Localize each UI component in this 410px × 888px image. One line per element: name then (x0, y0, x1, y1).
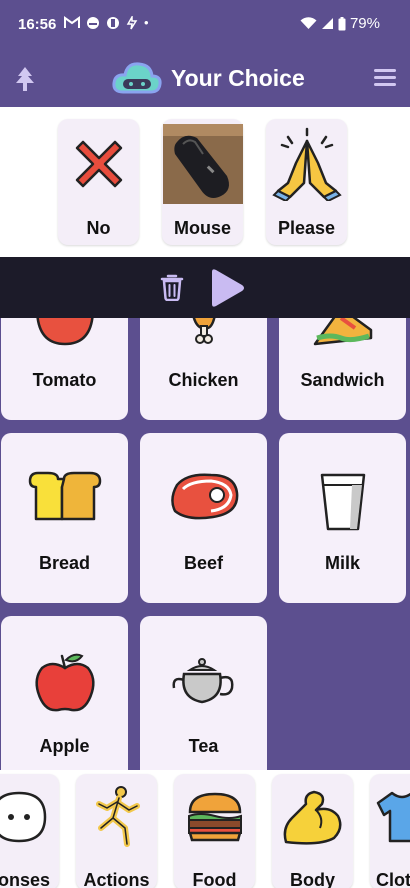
tile-label: Tomato (32, 370, 97, 390)
cross-icon (75, 140, 122, 188)
tile-label: Tea (188, 736, 219, 756)
trash-icon[interactable] (160, 273, 184, 306)
bread-icon (28, 471, 101, 521)
tomato-icon (35, 318, 94, 346)
gmail-icon (64, 16, 80, 28)
category-actions[interactable]: Actions (76, 774, 157, 888)
tile-tea[interactable]: Tea (140, 616, 267, 770)
teapot-icon (171, 658, 233, 704)
tile-beef[interactable]: Beef (140, 433, 267, 603)
tile-apple[interactable]: Apple (1, 616, 128, 770)
chicken-leg-icon (192, 318, 216, 344)
play-icon[interactable] (208, 268, 246, 313)
status-time: 16:56 (18, 16, 57, 33)
battery-icon (338, 16, 346, 30)
voice-icon (126, 15, 138, 29)
speech-bubble-icon (0, 791, 46, 843)
category-label: Actions (83, 870, 150, 888)
sentence-strip: No Mouse Please (0, 107, 410, 257)
shirt-icon (376, 791, 410, 843)
category-bar: ponses Actions Food (0, 770, 410, 888)
status-bar: 16:56 • 79% (0, 0, 410, 50)
category-label: Body (290, 870, 335, 888)
mouse-photo (162, 124, 243, 204)
tile-milk[interactable]: Milk (279, 433, 406, 603)
control-bar (0, 257, 410, 318)
hamburger-menu-icon[interactable] (374, 68, 396, 91)
tile-bread[interactable]: Bread (1, 433, 128, 603)
category-body[interactable]: Body (272, 774, 353, 888)
beef-icon (170, 473, 238, 520)
brand: Your Choice (111, 58, 305, 98)
app-bar: Your Choice (0, 50, 410, 107)
tile-sandwich[interactable]: Sandwich (279, 318, 406, 420)
tile-chicken[interactable]: Chicken (140, 318, 267, 420)
milk-icon (320, 473, 365, 531)
system-icons: 79% (300, 15, 380, 32)
running-person-icon (95, 786, 140, 847)
sentence-card-label: Please (277, 218, 336, 238)
app2-icon (107, 16, 119, 29)
category-label: Food (192, 870, 237, 888)
tile-label: Apple (39, 736, 90, 756)
app-title: Your Choice (171, 64, 305, 91)
sentence-card-no[interactable]: No (58, 119, 139, 245)
dot-indicator: • (144, 15, 149, 30)
app-icon (87, 16, 99, 29)
wifi-icon (300, 17, 317, 29)
category-label: Clot (376, 870, 410, 888)
battery-percent: 79% (349, 15, 380, 32)
flexed-arm-icon (283, 790, 341, 845)
sentence-card-please[interactable]: Please (266, 119, 347, 245)
tile-label: Chicken (168, 370, 239, 390)
sentence-card-label: Mouse (173, 218, 231, 238)
tree-icon[interactable] (14, 66, 36, 97)
category-responses[interactable]: ponses (0, 774, 59, 888)
tile-label: Sandwich (300, 370, 385, 390)
notification-icons: • (64, 15, 149, 30)
tile-label: Beef (183, 553, 223, 573)
category-label: ponses (0, 870, 51, 888)
apple-icon (34, 653, 95, 712)
burger-icon (187, 792, 242, 842)
tile-label: Bread (38, 553, 91, 573)
sentence-card-label: No (86, 218, 111, 238)
praying-hands-icon (271, 127, 342, 201)
sentence-card-mouse[interactable]: Mouse (162, 119, 243, 245)
sandwich-icon (313, 318, 372, 346)
cloud-bot-logo-icon (112, 62, 162, 94)
tile-tomato[interactable]: Tomato (1, 318, 128, 420)
symbol-grid: Tomato Chicken Sandwich Bread Beef Milk … (0, 318, 410, 770)
signal-icon (321, 18, 333, 29)
category-food[interactable]: Food (174, 774, 255, 888)
category-clothes[interactable]: Clot (370, 774, 410, 888)
tile-label: Milk (324, 553, 360, 573)
